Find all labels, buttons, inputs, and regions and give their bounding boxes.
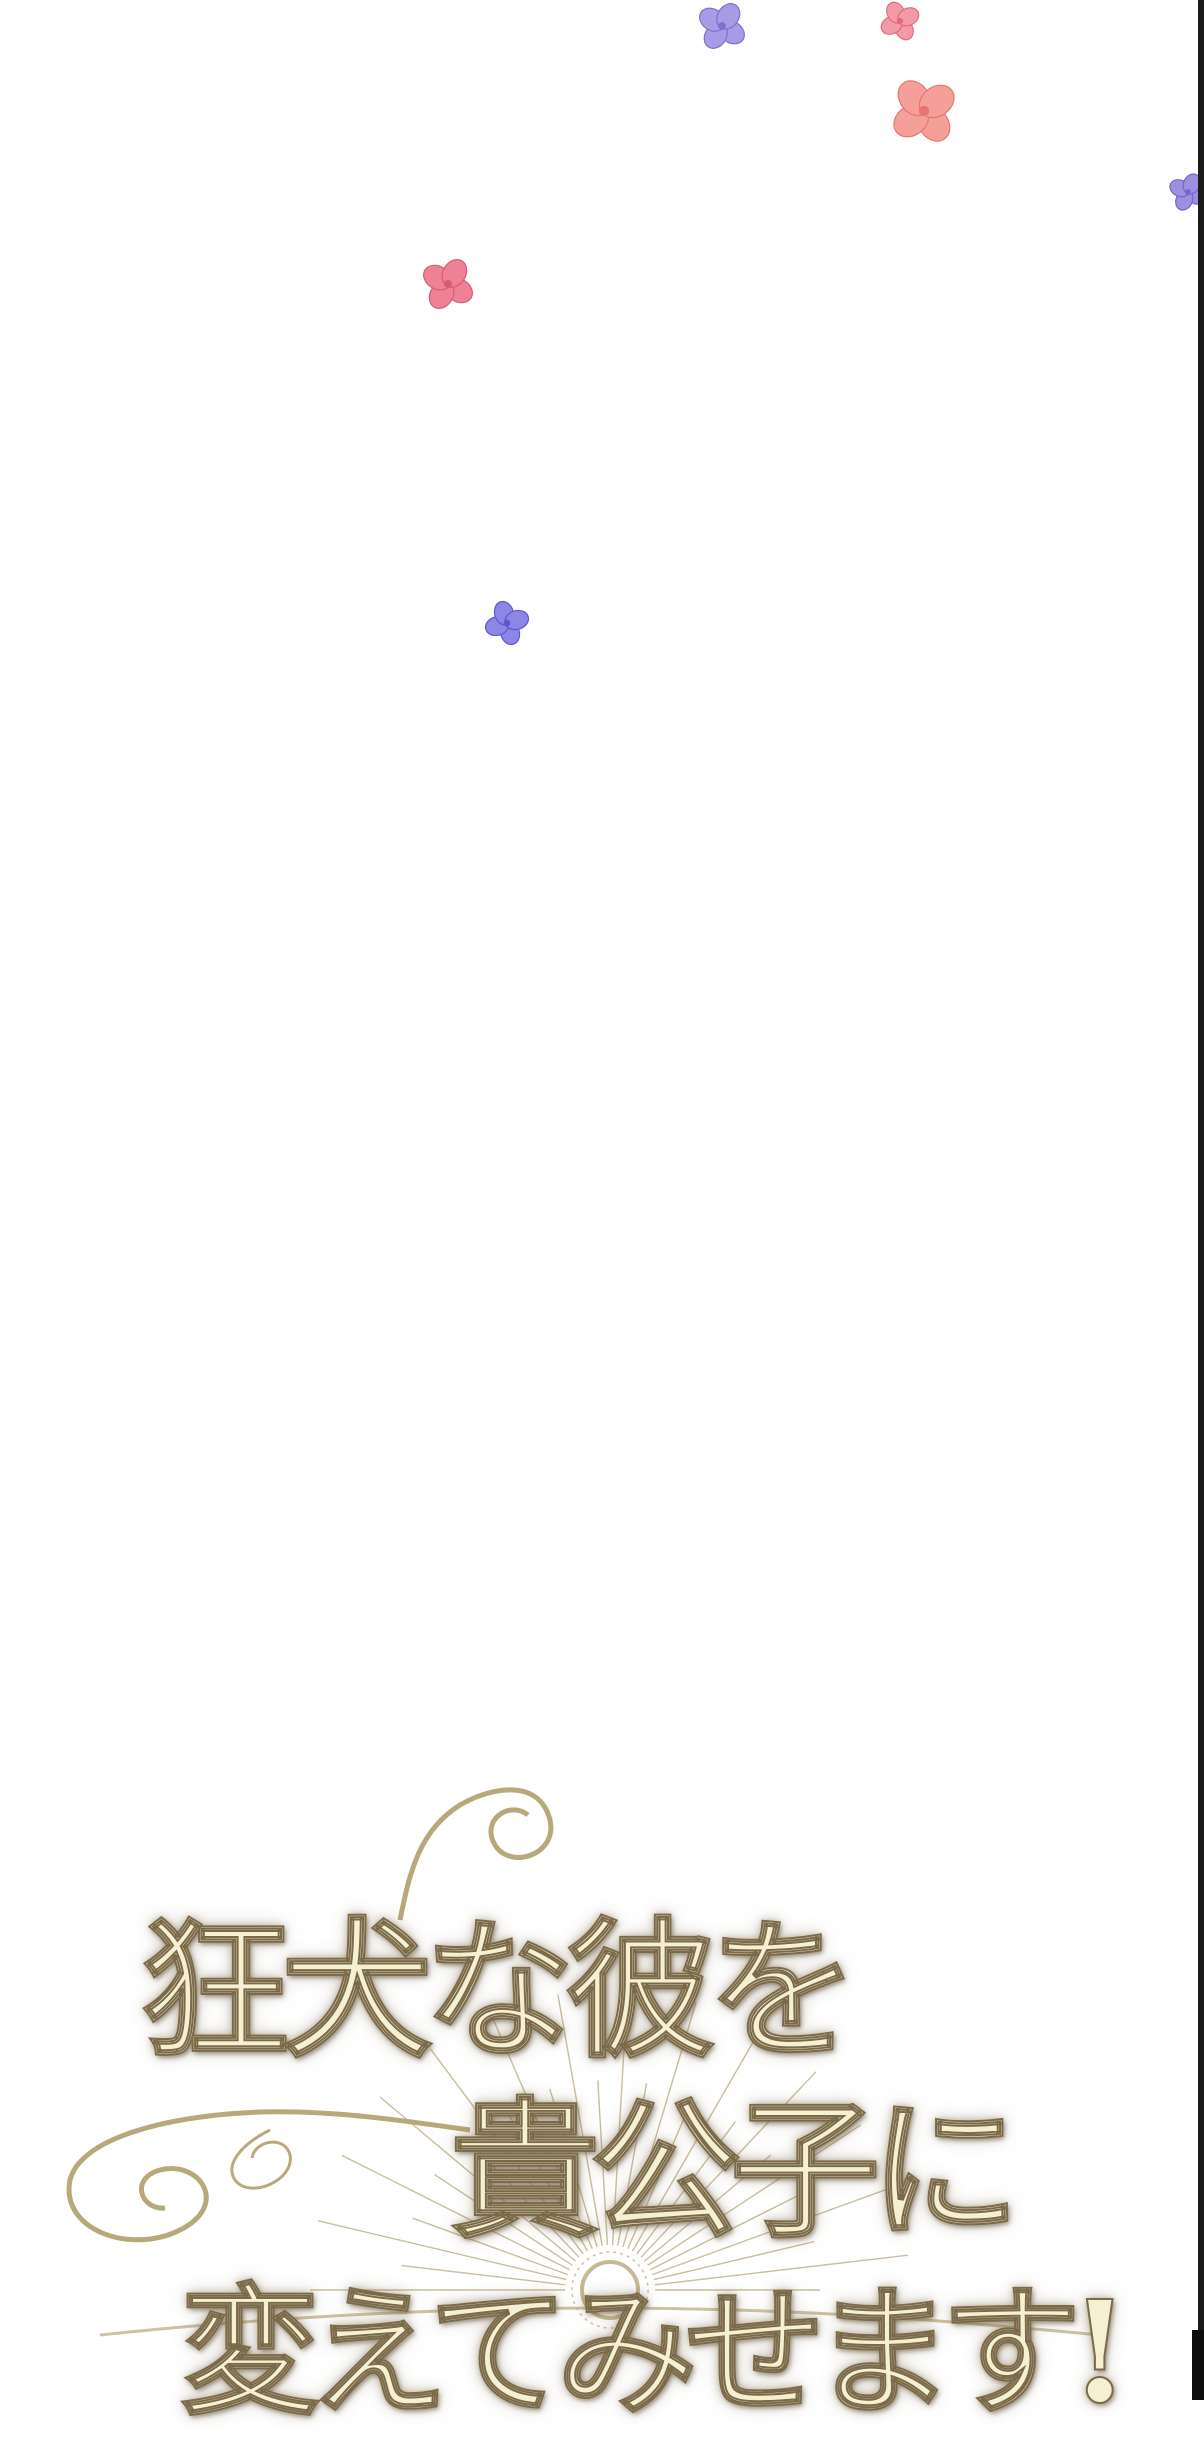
- petal-pink-top: [869, 0, 931, 49]
- hydrangea-flower-icon: [484, 600, 530, 646]
- page-canvas: 狂犬な彼を 貴公子に 変えてみせます!: [0, 0, 1204, 2436]
- hydrangea-flower-icon: [699, 3, 745, 49]
- title-logo: 狂犬な彼を 貴公子に 変えてみせます!: [40, 1760, 1170, 2436]
- petal-blue: [472, 585, 542, 661]
- petal-coral: [880, 70, 967, 152]
- page-edge-line: [1198, 0, 1204, 2400]
- petal-rose: [410, 249, 486, 319]
- title-line-3: 変えてみせます!: [179, 2270, 1131, 2436]
- page-edge-block: [1192, 2330, 1204, 2400]
- hydrangea-flower-icon: [423, 259, 473, 309]
- hydrangea-flower-icon: [893, 80, 955, 142]
- hydrangea-flower-icon: [880, 1, 920, 41]
- petal-purple-top: [677, 0, 766, 60]
- title-line-2: 貴公子に: [449, 2082, 1021, 2260]
